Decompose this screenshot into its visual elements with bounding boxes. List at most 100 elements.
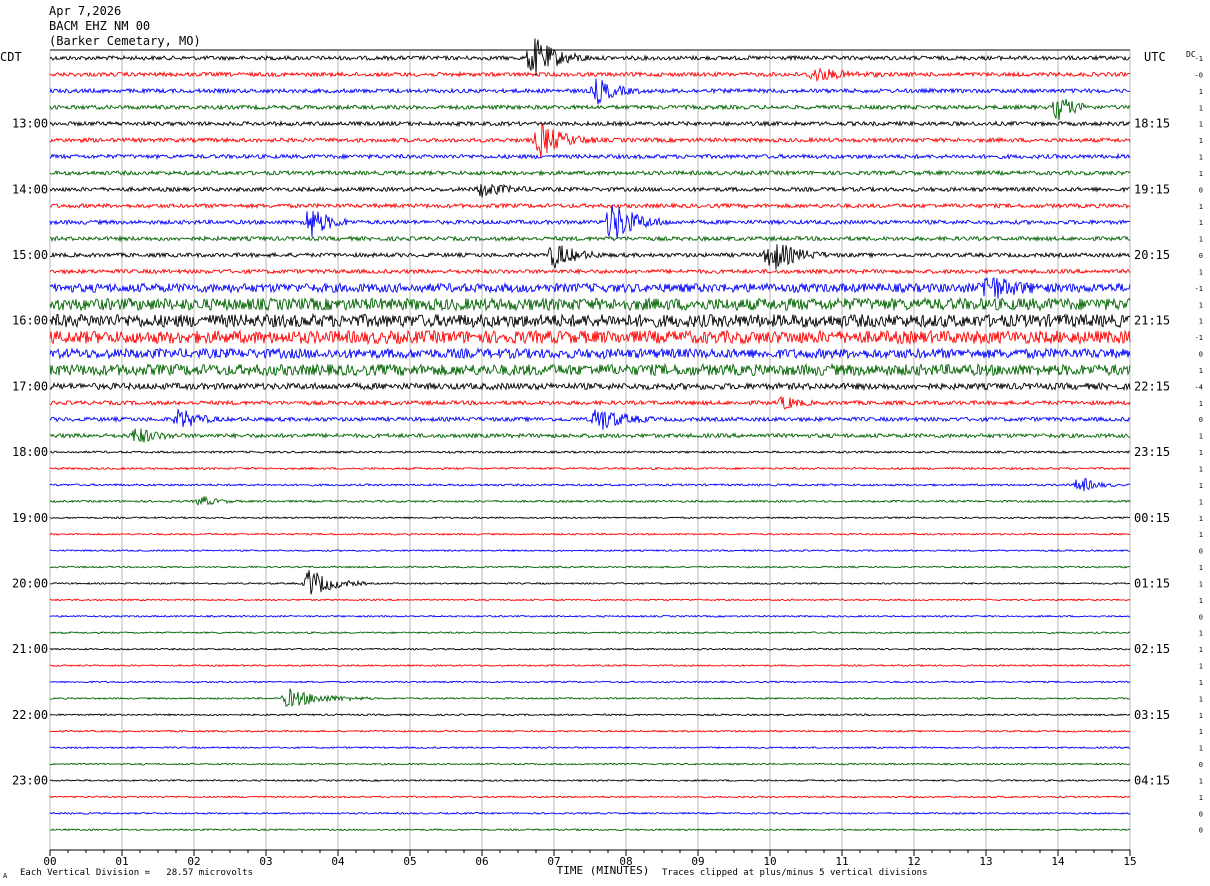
trace-line-6 bbox=[49, 152, 1131, 161]
dc-offset-label: 1 bbox=[1199, 88, 1203, 96]
trace-line-18 bbox=[49, 347, 1131, 360]
dc-offset-label: -1 bbox=[1195, 334, 1203, 342]
dc-offset-label: 0 bbox=[1199, 827, 1203, 835]
trace-line-46 bbox=[49, 811, 1131, 815]
right-time-label: 04:15 bbox=[1134, 773, 1170, 787]
dc-offset-label: 1 bbox=[1199, 515, 1203, 523]
trace-line-13 bbox=[49, 268, 1131, 275]
trace-line-7 bbox=[49, 169, 1131, 177]
x-tick-label: 06 bbox=[475, 855, 488, 868]
trace-line-2 bbox=[49, 78, 1131, 105]
dc-offset-label: 1 bbox=[1199, 597, 1203, 605]
right-time-label: 01:15 bbox=[1134, 576, 1170, 590]
dc-offset-label: 0 bbox=[1199, 351, 1203, 359]
dc-offset-label: 1 bbox=[1199, 154, 1203, 162]
dc-offset-label: 1 bbox=[1199, 794, 1203, 802]
x-tick-label: 09 bbox=[691, 855, 704, 868]
right-time-label: 22:15 bbox=[1134, 379, 1170, 393]
dc-offset-label: 1 bbox=[1199, 301, 1203, 309]
dc-offset-label: 1 bbox=[1199, 170, 1203, 178]
dc-offset-label: 1 bbox=[1199, 400, 1203, 408]
dc-offset-label: 1 bbox=[1199, 679, 1203, 687]
dc-offset-label: 1 bbox=[1199, 236, 1203, 244]
dc-offset-label: -1 bbox=[1195, 285, 1203, 293]
right-time-label: 21:15 bbox=[1134, 314, 1170, 328]
dc-offset-label: 1 bbox=[1199, 268, 1203, 276]
right-time-label: 20:15 bbox=[1134, 248, 1170, 262]
clip-note: Traces clipped at plus/minus 5 vertical … bbox=[662, 868, 928, 878]
trace-line-26 bbox=[49, 478, 1131, 492]
trace-line-14 bbox=[49, 277, 1131, 299]
trace-line-27 bbox=[49, 495, 1131, 506]
dc-offset-label: 1 bbox=[1199, 219, 1203, 227]
dc-offset-label: 0 bbox=[1199, 416, 1203, 424]
dc-offset-label: -4 bbox=[1195, 383, 1203, 391]
trace-line-33 bbox=[49, 598, 1131, 602]
right-time-label: 19:15 bbox=[1134, 182, 1170, 196]
right-timezone-label: UTC bbox=[1144, 50, 1166, 64]
x-tick-label: 14 bbox=[1051, 855, 1065, 868]
dc-offset-label: 1 bbox=[1199, 104, 1203, 112]
left-time-label: 17:00 bbox=[12, 379, 48, 393]
trace-line-31 bbox=[49, 565, 1131, 569]
trace-line-3 bbox=[49, 99, 1131, 120]
dc-offset-label: 0 bbox=[1199, 761, 1203, 769]
x-tick-label: 03 bbox=[259, 855, 272, 868]
dc-offset-label: 1 bbox=[1199, 745, 1203, 753]
trace-line-30 bbox=[49, 548, 1131, 553]
scale-note: Each Vertical Division = 28.57 microvolt… bbox=[20, 868, 253, 878]
seismic-traces bbox=[49, 38, 1131, 832]
left-time-label: 19:00 bbox=[12, 511, 48, 525]
dc-offset-label: 1 bbox=[1199, 318, 1203, 326]
left-time-label: 13:00 bbox=[12, 117, 48, 131]
corner-mark: A bbox=[3, 872, 8, 880]
trace-line-20 bbox=[49, 381, 1131, 392]
trace-line-17 bbox=[49, 329, 1131, 346]
x-tick-label: 01 bbox=[115, 855, 128, 868]
trace-line-11 bbox=[49, 234, 1131, 243]
dc-offset-label: 1 bbox=[1199, 367, 1203, 375]
x-tick-label: 02 bbox=[187, 855, 200, 868]
trace-line-5 bbox=[49, 123, 1131, 159]
trace-line-32 bbox=[49, 570, 1131, 595]
dc-offset-label: 0 bbox=[1199, 252, 1203, 260]
left-timezone-label: CDT bbox=[0, 50, 22, 64]
dc-offset-label: 1 bbox=[1199, 203, 1203, 211]
x-tick-label: 10 bbox=[763, 855, 776, 868]
right-time-label: 00:15 bbox=[1134, 511, 1170, 525]
right-time-label: 03:15 bbox=[1134, 708, 1170, 722]
dc-offset-label: 1 bbox=[1199, 777, 1203, 785]
dc-offset-label: 1 bbox=[1199, 580, 1203, 588]
dc-offset-label: 1 bbox=[1199, 663, 1203, 671]
left-time-label: 23:00 bbox=[12, 773, 48, 787]
trace-line-12 bbox=[50, 244, 1131, 270]
left-time-label: 14:00 bbox=[12, 182, 48, 196]
x-tick-label: 04 bbox=[331, 855, 345, 868]
dc-offset-label: 1 bbox=[1199, 498, 1203, 506]
left-time-label: 21:00 bbox=[12, 642, 48, 656]
trace-line-45 bbox=[49, 795, 1131, 799]
trace-line-34 bbox=[49, 614, 1131, 618]
trace-line-29 bbox=[49, 532, 1131, 536]
dc-offset-label: -0 bbox=[1195, 71, 1203, 79]
dc-offset-label: 0 bbox=[1199, 810, 1203, 818]
trace-line-42 bbox=[49, 746, 1130, 750]
left-time-label: 20:00 bbox=[12, 576, 48, 590]
trace-line-28 bbox=[49, 516, 1131, 520]
dc-offset-label: 1 bbox=[1199, 482, 1203, 490]
left-time-label: 22:00 bbox=[12, 708, 48, 722]
right-time-label: 23:15 bbox=[1134, 445, 1170, 459]
x-tick-label: 15 bbox=[1123, 855, 1136, 868]
header-channel: BACM EHZ NM 00 bbox=[49, 19, 151, 33]
dc-offset-label: 1 bbox=[1199, 564, 1203, 572]
trace-line-44 bbox=[49, 778, 1131, 783]
right-time-label: 18:15 bbox=[1134, 117, 1170, 131]
x-tick-label: 13 bbox=[979, 855, 992, 868]
header-location: (Barker Cemetary, MO) bbox=[49, 34, 201, 48]
dc-offset-label: 1 bbox=[1199, 449, 1203, 457]
left-time-label: 15:00 bbox=[12, 248, 48, 262]
dc-offset-label: 1 bbox=[1199, 728, 1203, 736]
x-axis-title: TIME (MINUTES) bbox=[557, 864, 650, 877]
trace-line-16 bbox=[49, 312, 1131, 329]
trace-line-38 bbox=[49, 680, 1131, 684]
